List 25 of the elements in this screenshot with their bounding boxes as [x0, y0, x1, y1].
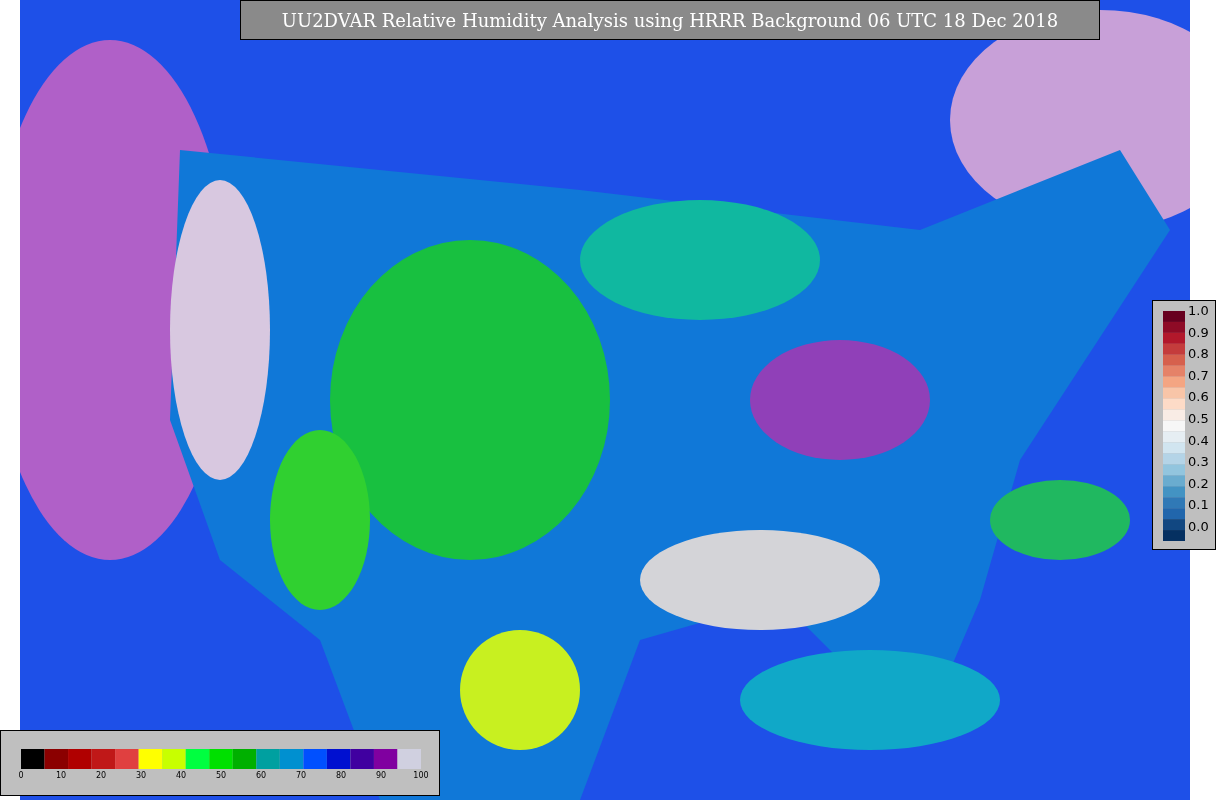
- legend-tick-label: 0.0: [1188, 519, 1209, 534]
- color-scale-icon: [21, 749, 421, 769]
- legend-tick-label: 0.5: [1188, 411, 1209, 426]
- legend-tick-label: 50: [215, 771, 227, 781]
- legend-tick-label: 0.6: [1188, 390, 1209, 405]
- legend-tick-label: 1.0: [1188, 304, 1209, 318]
- legend-tick-label: 90: [375, 771, 387, 781]
- legend-tick-label: 0.8: [1188, 347, 1209, 362]
- color-scale-icon: [1163, 311, 1185, 541]
- legend-tick-label: 70: [295, 771, 307, 781]
- legend-tick-label: 0.2: [1188, 476, 1209, 491]
- legend-tick-label: 0.1: [1188, 498, 1209, 513]
- legend-tick-label: 0.4: [1188, 433, 1209, 448]
- legend-tick-label: 10: [55, 771, 67, 781]
- legend-tick-label: 60: [255, 771, 267, 781]
- legend-tick-label: 80: [335, 771, 347, 781]
- legend-tick-label: 30: [135, 771, 147, 781]
- legend-tick-label: 40: [175, 771, 187, 781]
- legend-tick-label: 0.9: [1188, 325, 1209, 340]
- legend-tick-label: 20: [95, 771, 107, 781]
- legend-tick-label: 100: [413, 771, 429, 781]
- legend-tick-label: 0.3: [1188, 455, 1209, 470]
- legend-tick-label: 0.7: [1188, 368, 1209, 383]
- legend-tick-label: 0: [18, 771, 24, 781]
- chart-title: UU2DVAR Relative Humidity Analysis using HRRR Background 06 UTC 18 Dec 2018: [240, 0, 1100, 40]
